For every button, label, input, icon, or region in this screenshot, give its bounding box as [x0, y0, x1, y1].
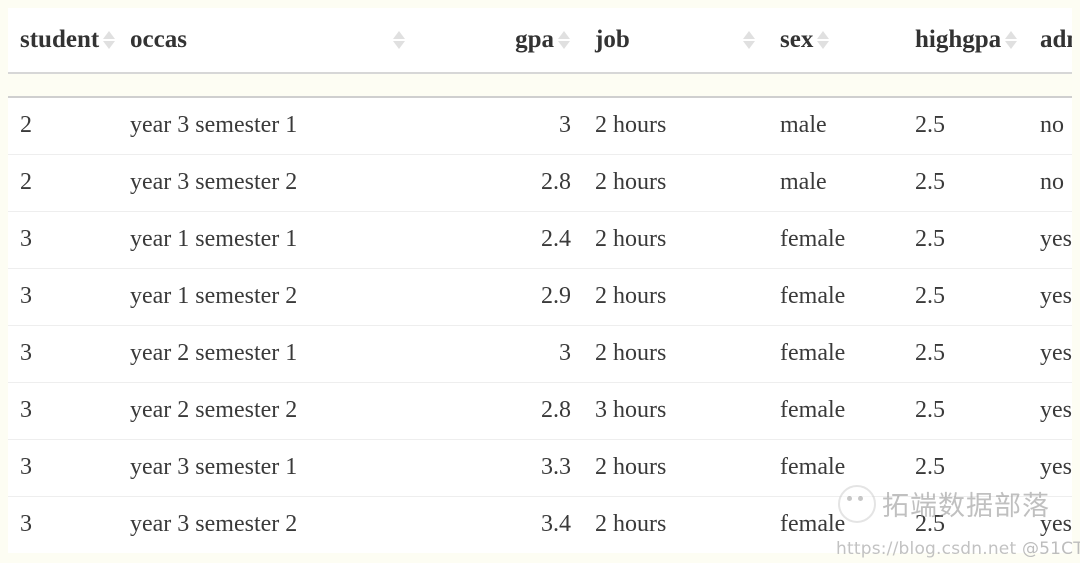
cell-sex: female [768, 211, 903, 268]
cell-occas: year 3 semester 2 [118, 496, 418, 553]
cell-job: 2 hours [583, 211, 768, 268]
cell-sex: female [768, 382, 903, 439]
cell-gpa: 2.8 [418, 154, 583, 211]
header-row: student occas [8, 8, 1072, 73]
screenshot-viewport: student occas [0, 0, 1080, 563]
cell-occas: year 3 semester 1 [118, 97, 418, 154]
sort-toggle-gpa-icon[interactable] [557, 31, 571, 49]
cell-highgpa: 2.5 [903, 97, 1028, 154]
cell-gpa: 3 [418, 97, 583, 154]
cell-occas: year 3 semester 2 [118, 154, 418, 211]
column-header-highgpa-label: highgpa [915, 26, 1001, 54]
student-admissions-table: student occas [8, 8, 1072, 553]
cell-student: 3 [8, 439, 118, 496]
cell-student: 3 [8, 211, 118, 268]
cell-job: 2 hours [583, 325, 768, 382]
column-header-gpa-label: gpa [515, 26, 554, 54]
header-body-separator [8, 73, 1072, 97]
cell-student: 3 [8, 268, 118, 325]
column-header-gpa[interactable]: gpa [418, 8, 583, 73]
cell-admitted: yes [1028, 496, 1072, 553]
table-row[interactable]: 3year 1 semester 12.42 hoursfemale2.5yes [8, 211, 1072, 268]
cell-gpa: 3.3 [418, 439, 583, 496]
column-header-admitted[interactable]: admitted [1028, 8, 1072, 73]
cell-student: 3 [8, 496, 118, 553]
column-header-sex-label: sex [780, 26, 813, 54]
table-row[interactable]: 3year 2 semester 22.83 hoursfemale2.5yes [8, 382, 1072, 439]
column-header-occas[interactable]: occas [118, 8, 418, 73]
table-row[interactable]: 2year 3 semester 132 hoursmale2.5no [8, 97, 1072, 154]
column-header-job-label: job [595, 26, 630, 54]
cell-gpa: 2.8 [418, 382, 583, 439]
cell-highgpa: 2.5 [903, 154, 1028, 211]
cell-sex: female [768, 325, 903, 382]
table-header: student occas [8, 8, 1072, 97]
cell-highgpa: 2.5 [903, 382, 1028, 439]
cell-occas: year 3 semester 1 [118, 439, 418, 496]
cell-student: 2 [8, 97, 118, 154]
cell-occas: year 1 semester 2 [118, 268, 418, 325]
cell-occas: year 2 semester 2 [118, 382, 418, 439]
column-header-admitted-label: admitted [1040, 26, 1072, 54]
cell-highgpa: 2.5 [903, 439, 1028, 496]
cell-admitted: yes [1028, 382, 1072, 439]
cell-highgpa: 2.5 [903, 211, 1028, 268]
table-row[interactable]: 3year 3 semester 23.42 hoursfemale2.5yes [8, 496, 1072, 553]
cell-sex: male [768, 97, 903, 154]
cell-admitted: yes [1028, 211, 1072, 268]
cell-job: 2 hours [583, 496, 768, 553]
cell-sex: female [768, 439, 903, 496]
sort-toggle-highgpa-icon[interactable] [1004, 31, 1018, 49]
column-header-job[interactable]: job [583, 8, 768, 73]
column-header-student[interactable]: student [8, 8, 118, 73]
cell-sex: female [768, 496, 903, 553]
cell-highgpa: 2.5 [903, 268, 1028, 325]
cell-sex: female [768, 268, 903, 325]
table-row[interactable]: 2year 3 semester 22.82 hoursmale2.5no [8, 154, 1072, 211]
column-header-highgpa[interactable]: highgpa [903, 8, 1028, 73]
sort-toggle-student-icon[interactable] [102, 31, 116, 49]
cell-admitted: no [1028, 97, 1072, 154]
cell-gpa: 2.9 [418, 268, 583, 325]
cell-job: 2 hours [583, 268, 768, 325]
cell-gpa: 3 [418, 325, 583, 382]
cell-admitted: yes [1028, 439, 1072, 496]
sort-toggle-occas-icon[interactable] [392, 31, 406, 49]
sort-toggle-job-icon[interactable] [742, 31, 756, 49]
table-row[interactable]: 3year 1 semester 22.92 hoursfemale2.5yes [8, 268, 1072, 325]
cell-admitted: no [1028, 154, 1072, 211]
table-row[interactable]: 3year 2 semester 132 hoursfemale2.5yes [8, 325, 1072, 382]
cell-occas: year 2 semester 1 [118, 325, 418, 382]
table-body: 2year 3 semester 132 hoursmale2.5no2year… [8, 97, 1072, 553]
cell-highgpa: 2.5 [903, 325, 1028, 382]
cell-sex: male [768, 154, 903, 211]
cell-job: 3 hours [583, 382, 768, 439]
cell-admitted: yes [1028, 325, 1072, 382]
column-header-sex[interactable]: sex [768, 8, 903, 73]
datatable-panel: student occas [8, 8, 1072, 553]
cell-job: 2 hours [583, 97, 768, 154]
sort-toggle-sex-icon[interactable] [816, 31, 830, 49]
cell-job: 2 hours [583, 154, 768, 211]
cell-gpa: 3.4 [418, 496, 583, 553]
table-row[interactable]: 3year 3 semester 13.32 hoursfemale2.5yes [8, 439, 1072, 496]
cell-job: 2 hours [583, 439, 768, 496]
cell-admitted: yes [1028, 268, 1072, 325]
cell-occas: year 1 semester 1 [118, 211, 418, 268]
cell-student: 3 [8, 325, 118, 382]
column-header-occas-label: occas [130, 26, 187, 54]
cell-gpa: 2.4 [418, 211, 583, 268]
cell-student: 3 [8, 382, 118, 439]
column-header-student-label: student [20, 26, 99, 54]
cell-student: 2 [8, 154, 118, 211]
cell-highgpa: 2.5 [903, 496, 1028, 553]
